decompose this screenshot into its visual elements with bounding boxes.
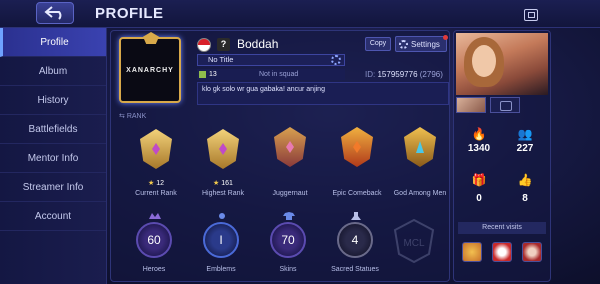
rank-panel: ★ 12 Current Rank ★ 161 Highest Rank Jug…: [115, 120, 447, 280]
epic-comeback-badge[interactable]: [335, 124, 379, 172]
top-bar: PROFILE: [0, 0, 600, 28]
heroes-icon: [149, 213, 161, 219]
skins-label: Skins: [279, 266, 297, 273]
mcl-badge-icon: MCL: [391, 218, 437, 264]
level-icon: [199, 71, 206, 78]
bio-text[interactable]: klo gk solo wr gua gabaka! ancur anjing: [197, 82, 449, 105]
gear-icon: [399, 39, 408, 49]
star-icon: ★: [213, 180, 220, 187]
rank-section-label: ⇆ RANK: [119, 113, 147, 120]
sacred-statue-icon: [351, 212, 361, 220]
title-field[interactable]: No Title: [197, 54, 345, 66]
sacred-statues-label: Sacred Statues: [331, 266, 379, 273]
back-arrow-icon: [44, 6, 62, 20]
avatar[interactable]: XANARCHY: [119, 32, 181, 103]
visitor-avatar[interactable]: [462, 242, 482, 262]
svg-text:MCL: MCL: [403, 238, 425, 249]
heroes-label: Heroes: [142, 266, 166, 273]
skins-icon: [283, 212, 295, 220]
sidebar: Profile Album History Battlefields Mento…: [0, 28, 107, 284]
followers-count[interactable]: 227: [502, 143, 548, 154]
notification-dot: [443, 35, 448, 40]
player-name: Boddah: [237, 37, 279, 51]
crest-icon: [143, 32, 159, 44]
player-id-value: 157959776: [377, 70, 418, 79]
friends-icon: 👥: [517, 127, 533, 141]
settings-button[interactable]: Settings: [395, 35, 448, 52]
sidebar-item-battlefields[interactable]: Battlefields: [0, 115, 106, 144]
gifts-count[interactable]: 0: [456, 193, 502, 204]
visitor-avatar[interactable]: [522, 242, 542, 262]
social-panel: 🔥 1340 👥 227 🎁 0 👍 8 Recent visits: [453, 30, 551, 282]
level-value: 13: [209, 71, 217, 78]
god-among-men-badge[interactable]: [398, 124, 442, 172]
back-button[interactable]: [36, 2, 74, 24]
player-id: ID: 157959776 (2796): [365, 70, 443, 79]
gift-icon: 🎁: [471, 173, 487, 187]
current-rank-stars: ★ 12: [147, 180, 165, 187]
title-settings-icon[interactable]: [331, 55, 341, 65]
emblems-label: Emblems: [206, 266, 236, 273]
current-rank-emblem[interactable]: [134, 126, 178, 174]
copy-button[interactable]: Copy: [365, 37, 391, 51]
photo-thumbnail[interactable]: [456, 97, 486, 113]
sacred-statues-count[interactable]: 4: [337, 222, 373, 258]
sidebar-item-account[interactable]: Account: [0, 202, 106, 231]
heroes-count[interactable]: 60: [136, 222, 172, 258]
sidebar-item-album[interactable]: Album: [0, 57, 106, 86]
highest-rank-label: Highest Rank: [201, 190, 245, 197]
highest-rank-stars: ★ 161: [213, 180, 233, 187]
current-rank-label: Current Rank: [135, 190, 177, 197]
juggernaut-badge[interactable]: [268, 124, 312, 172]
god-among-men-label: God Among Men: [393, 190, 447, 197]
profile-panel: XANARCHY ? Boddah Copy Settings No Title…: [110, 30, 450, 282]
likes-count[interactable]: 8: [502, 193, 548, 204]
share-icon[interactable]: [524, 9, 538, 21]
server-id: (2796): [419, 70, 443, 79]
page-title: PROFILE: [95, 5, 164, 22]
skins-count[interactable]: 70: [270, 222, 306, 258]
star-icon: ★: [147, 180, 155, 187]
sidebar-item-mentor-info[interactable]: Mentor Info: [0, 144, 106, 173]
juggernaut-label: Juggernaut: [272, 190, 308, 197]
epic-comeback-label: Epic Comeback: [332, 190, 382, 197]
emblems-count[interactable]: I: [203, 222, 239, 258]
squad-row: 13 Not in squad: [197, 69, 345, 80]
thumbs-up-icon: 👍: [517, 173, 533, 187]
visitor-avatar[interactable]: [492, 242, 512, 262]
help-icon[interactable]: ?: [217, 38, 230, 51]
sidebar-item-history[interactable]: History: [0, 86, 106, 115]
popularity-count[interactable]: 1340: [456, 143, 502, 154]
profile-photo[interactable]: [456, 33, 548, 95]
recent-visits-label: Recent visits: [458, 222, 546, 234]
sidebar-item-profile[interactable]: Profile: [0, 28, 106, 57]
emblems-icon: [219, 213, 225, 219]
sidebar-item-streamer-info[interactable]: Streamer Info: [0, 173, 106, 202]
squad-status: Not in squad: [259, 71, 299, 78]
indonesia-flag-icon: [197, 38, 211, 52]
avatar-text: XANARCHY: [126, 67, 174, 74]
highest-rank-emblem[interactable]: [201, 126, 245, 174]
fire-icon: 🔥: [471, 127, 487, 141]
add-photo-icon[interactable]: [490, 97, 520, 113]
settings-label: Settings: [411, 39, 440, 49]
